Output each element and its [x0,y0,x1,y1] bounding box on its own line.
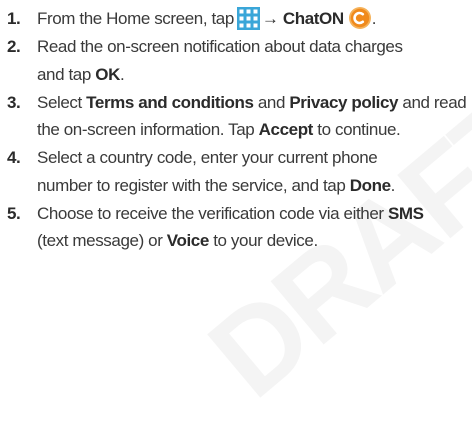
step-4: 4. Select a country code, enter your cur… [0,144,472,199]
step-number: 4. [7,148,21,168]
step-3-line2a: the on-screen information. Tap [37,120,259,140]
step-4-line2a: number to register with the service, and… [37,175,350,195]
step-4-line1: Select a country code, enter your curren… [37,148,378,168]
chaton-label: ChatON [282,9,344,28]
done-label: Done [349,175,391,195]
step-text: Select a country code, enter your curren… [37,148,395,194]
apps-grid-icon [236,7,260,30]
terms-label: Terms and conditions [86,92,254,112]
chaton-icon [348,7,371,29]
step-3-b: and [253,92,290,112]
step-4-line2b: . [390,175,396,195]
step-number: 2. [7,37,21,57]
ok-label: OK [95,64,120,84]
voice-label: Voice [166,231,210,251]
step-number: 1. [7,9,21,28]
step-1-end: . [371,9,377,28]
step-text: From the Home screen, tap → ChatON . [37,7,377,30]
sms-label: SMS [387,204,424,224]
step-3-line2b: to continue. [312,120,401,140]
step-1: 1. From the Home screen, tap → ChatON . [0,5,472,32]
arrow-glyph: → [261,9,279,28]
step-5-a: Choose to receive the verification code … [37,204,388,224]
step-text: Read the on-screen notification about da… [37,37,403,83]
privacy-label: Privacy policy [289,92,399,112]
step-5-line2a: (text message) or [37,231,167,251]
step-2-line2a: and tap [37,64,96,84]
step-2-line2b: . [119,64,125,84]
accept-label: Accept [258,120,314,140]
step-number: 3. [7,92,21,112]
instruction-list: 1. From the Home screen, tap → ChatON . … [0,5,472,256]
step-3-c: and read [398,92,467,112]
step-2: 2. Read the on-screen notification about… [0,33,472,88]
step-1-text: From the Home screen, tap [37,9,234,28]
step-text: Select Terms and conditions and Privacy … [37,92,467,140]
step-3-a: Select [37,92,87,112]
step-5-line2b: to your device. [208,231,318,251]
step-number: 5. [7,204,21,224]
step-3: 3. Select Terms and conditions and Priva… [0,89,472,144]
step-2-line1: Read the on-screen notification about da… [37,37,403,57]
step-text: Choose to receive the verification code … [37,204,424,250]
step-5: 5. Choose to receive the verification co… [0,200,472,255]
